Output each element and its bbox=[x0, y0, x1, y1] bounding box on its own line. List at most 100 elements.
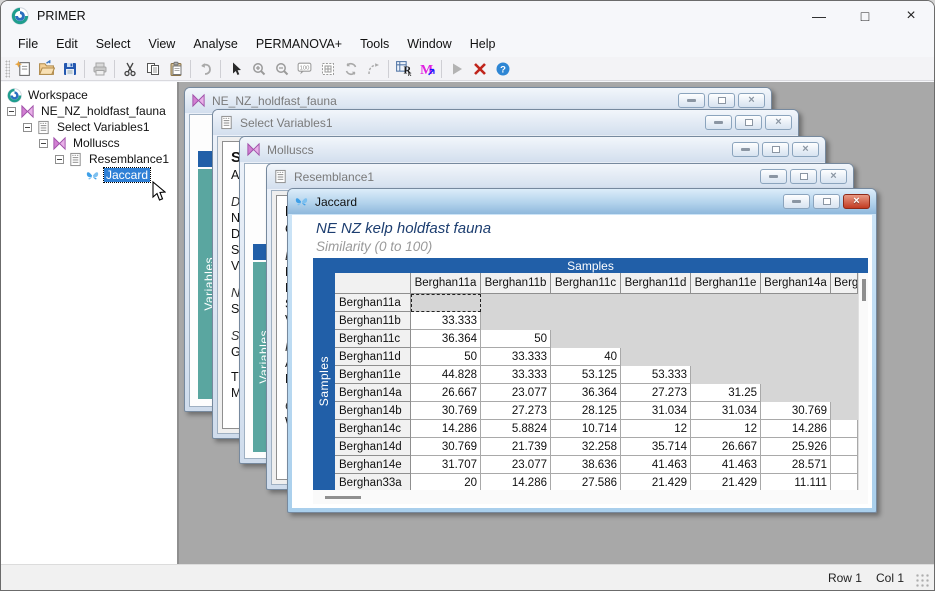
matrix-cell[interactable]: 41.463 bbox=[691, 456, 761, 474]
matrix-cell[interactable]: 36.364 bbox=[551, 384, 621, 402]
matrix-cell[interactable]: 28.125 bbox=[551, 402, 621, 420]
collapse-box-icon[interactable] bbox=[7, 107, 16, 116]
tree-item-workspace[interactable]: Workspace bbox=[1, 87, 177, 103]
matrix-cell[interactable]: 30.769 bbox=[411, 402, 481, 420]
matrix-cell[interactable]: 38.636 bbox=[551, 456, 621, 474]
paste-icon[interactable] bbox=[164, 58, 187, 80]
matrix-cell[interactable]: 26.667 bbox=[691, 438, 761, 456]
matrix-cell[interactable]: 27.273 bbox=[481, 402, 551, 420]
minimize-button[interactable] bbox=[783, 194, 810, 209]
maximize-button[interactable] bbox=[813, 194, 840, 209]
matrix-cell[interactable] bbox=[761, 294, 831, 312]
matrix-cell[interactable]: 40 bbox=[551, 348, 621, 366]
matrix-cell[interactable] bbox=[831, 366, 858, 384]
row-header[interactable]: Berghan33a bbox=[335, 474, 411, 490]
menu-window[interactable]: Window bbox=[398, 34, 460, 54]
row-header[interactable]: Berghan11a bbox=[335, 294, 411, 312]
matrix-cell[interactable]: 12 bbox=[621, 420, 691, 438]
column-header[interactable]: Berghan11d bbox=[621, 273, 691, 294]
matrix-cell[interactable] bbox=[831, 312, 858, 330]
scrollbar-thumb[interactable] bbox=[862, 279, 866, 301]
tree-item-jaccard[interactable]: Jaccard bbox=[1, 167, 177, 183]
column-header[interactable]: Berghan14b bbox=[831, 273, 858, 294]
matrix-cell[interactable]: 14.286 bbox=[761, 420, 831, 438]
matrix-cell[interactable] bbox=[551, 294, 621, 312]
matrix-display-icon[interactable]: M bbox=[415, 58, 438, 80]
matrix-cell[interactable] bbox=[831, 294, 858, 312]
matrix-cell[interactable] bbox=[831, 348, 858, 366]
titlebar[interactable]: PRIMER — □ × bbox=[1, 1, 934, 31]
collapse-box-icon[interactable] bbox=[55, 155, 64, 164]
matrix-cell[interactable]: 36.364 bbox=[411, 330, 481, 348]
matrix-cell[interactable] bbox=[831, 456, 858, 474]
maximize-button[interactable] bbox=[790, 169, 817, 184]
matrix-cell[interactable] bbox=[621, 294, 691, 312]
stop-icon[interactable] bbox=[468, 58, 491, 80]
close-button[interactable]: × bbox=[792, 142, 819, 157]
matrix-cell[interactable]: 23.077 bbox=[481, 384, 551, 402]
maximize-button[interactable] bbox=[762, 142, 789, 157]
minimize-button[interactable] bbox=[705, 115, 732, 130]
matrix-cell[interactable] bbox=[621, 312, 691, 330]
tree-item-molluscs[interactable]: Molluscs bbox=[1, 135, 177, 151]
matrix-cell[interactable] bbox=[551, 330, 621, 348]
matrix-cell[interactable]: 14.286 bbox=[481, 474, 551, 490]
matrix-cell[interactable]: 35.714 bbox=[621, 438, 691, 456]
matrix-cell[interactable] bbox=[691, 366, 761, 384]
vertical-scrollbar[interactable] bbox=[858, 273, 868, 490]
cut-icon[interactable] bbox=[118, 58, 141, 80]
tree-label[interactable]: Select Variables1 bbox=[55, 120, 152, 134]
copy-icon[interactable] bbox=[141, 58, 164, 80]
matrix-cell[interactable] bbox=[761, 384, 831, 402]
matrix-cell[interactable] bbox=[621, 348, 691, 366]
matrix-cell[interactable] bbox=[481, 312, 551, 330]
new-workspace-icon[interactable] bbox=[12, 58, 35, 80]
matrix-cell[interactable]: 44.828 bbox=[411, 366, 481, 384]
tree-label[interactable]: Resemblance1 bbox=[87, 152, 171, 166]
save-icon[interactable] bbox=[58, 58, 81, 80]
column-header[interactable]: Berghan11b bbox=[481, 273, 551, 294]
window-jaccard[interactable]: Jaccard × NE NZ kelp holdfast fauna Simi… bbox=[287, 188, 877, 513]
matrix-cell[interactable] bbox=[481, 294, 551, 312]
row-header[interactable]: Berghan14a bbox=[335, 384, 411, 402]
maximize-button[interactable]: □ bbox=[842, 1, 888, 31]
tree-item-resemblance[interactable]: Resemblance1 bbox=[1, 151, 177, 167]
matrix-cell[interactable]: 25.926 bbox=[761, 438, 831, 456]
matrix-cell[interactable]: 30.769 bbox=[761, 402, 831, 420]
resize-grip[interactable] bbox=[916, 574, 930, 588]
matrix-cell[interactable]: 12 bbox=[691, 420, 761, 438]
matrix-cell[interactable] bbox=[831, 402, 858, 420]
matrix-cell[interactable]: 30.769 bbox=[411, 438, 481, 456]
matrix-cell[interactable]: 33.333 bbox=[481, 348, 551, 366]
tree-label[interactable]: NE_NZ_holdfast_fauna bbox=[39, 104, 168, 118]
matrix-cell[interactable]: 21.429 bbox=[691, 474, 761, 490]
menu-help[interactable]: Help bbox=[461, 34, 505, 54]
help-icon[interactable]: ? bbox=[491, 58, 514, 80]
matrix-cell[interactable]: 27.273 bbox=[621, 384, 691, 402]
matrix-cell[interactable]: 27.586 bbox=[551, 474, 621, 490]
window-titlebar[interactable]: Jaccard × bbox=[288, 189, 876, 214]
menu-select[interactable]: Select bbox=[87, 34, 140, 54]
menu-analyse[interactable]: Analyse bbox=[184, 34, 246, 54]
similarity-matrix[interactable]: Berghan11aBerghan11bBerghan11cBerghan11d… bbox=[335, 273, 858, 490]
matrix-cell[interactable]: 33.333 bbox=[411, 312, 481, 330]
row-header[interactable]: Berghan11b bbox=[335, 312, 411, 330]
minimize-button[interactable] bbox=[760, 169, 787, 184]
scrollbar-thumb[interactable] bbox=[325, 496, 361, 499]
tree-label-selected[interactable]: Jaccard bbox=[104, 168, 150, 182]
matrix-cell[interactable]: 26.667 bbox=[411, 384, 481, 402]
matrix-cell[interactable] bbox=[761, 348, 831, 366]
minimize-button[interactable] bbox=[678, 93, 705, 108]
matrix-cell[interactable] bbox=[761, 330, 831, 348]
matrix-cell[interactable] bbox=[691, 330, 761, 348]
matrix-cell[interactable] bbox=[831, 474, 858, 490]
matrix-cell[interactable]: 20 bbox=[411, 474, 481, 490]
matrix-cell[interactable]: 21.429 bbox=[621, 474, 691, 490]
matrix-cell[interactable]: 50 bbox=[411, 348, 481, 366]
tree-label[interactable]: Workspace bbox=[26, 88, 90, 102]
row-header[interactable]: Berghan14b bbox=[335, 402, 411, 420]
collapse-box-icon[interactable] bbox=[39, 139, 48, 148]
row-header[interactable]: Berghan14c bbox=[335, 420, 411, 438]
close-button[interactable]: × bbox=[888, 1, 934, 31]
maximize-button[interactable] bbox=[735, 115, 762, 130]
